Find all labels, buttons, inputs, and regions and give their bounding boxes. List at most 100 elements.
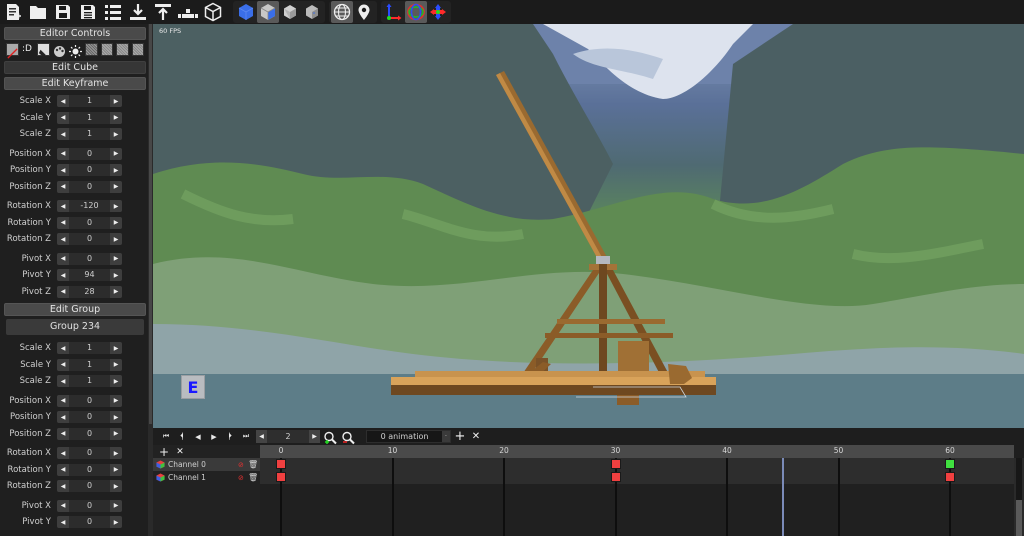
increment-arrow-icon[interactable]: ▶ [110,499,122,512]
pattern-icon[interactable] [100,43,114,56]
decrement-arrow-icon[interactable]: ◀ [57,447,69,460]
pivot-y-value[interactable]: 0 [69,516,110,528]
textured-cube-icon[interactable] [257,1,279,23]
palette-icon[interactable] [53,43,66,57]
timeline-scrollbar[interactable] [1014,458,1024,536]
rotation-y-value[interactable]: 0 [69,217,110,229]
export-icon[interactable] [150,1,175,23]
track-channel-0[interactable] [260,458,1014,471]
increment-arrow-icon[interactable]: ▶ [110,358,122,371]
pattern-icon[interactable] [116,43,129,56]
edit-keyframe-header[interactable]: Edit Keyframe [4,77,146,90]
rotation-x-value[interactable]: -120 [69,200,110,212]
edit-cube-header[interactable]: Edit Cube [4,61,146,74]
frame-next-arrow-icon[interactable]: ▶ [309,430,320,443]
decrement-arrow-icon[interactable]: ◀ [57,269,69,282]
edit-group-header[interactable]: Edit Group [4,303,146,316]
channel-row[interactable]: Channel 0 ⊘ 🗑 [153,458,260,471]
keyframe-marker[interactable] [610,459,621,469]
decrement-arrow-icon[interactable]: ◀ [57,516,69,529]
decrement-arrow-icon[interactable]: ◀ [57,285,69,298]
dropdown-arrow-icon[interactable]: · [442,431,450,442]
increment-arrow-icon[interactable]: ▶ [110,463,122,476]
next-keyframe-icon[interactable]: |⏵ [221,430,237,444]
scale-y-value[interactable]: 1 [69,112,110,124]
increment-arrow-icon[interactable]: ▶ [110,516,122,529]
decrement-arrow-icon[interactable]: ◀ [57,111,69,124]
delete-animation-button[interactable]: ✕ [469,430,483,444]
new-file-icon[interactable] [0,1,25,23]
move-arrows-icon[interactable] [427,1,449,23]
keyframe-marker[interactable] [610,472,621,482]
increment-arrow-icon[interactable]: ▶ [110,233,122,246]
scale-x-stepper[interactable]: ◀ 1 ▶ [57,342,122,355]
decrement-arrow-icon[interactable]: ◀ [57,427,69,440]
increment-arrow-icon[interactable]: ▶ [110,180,122,193]
position-z-value[interactable]: 0 [69,181,110,193]
position-x-stepper[interactable]: ◀ 0 ▶ [57,147,122,160]
keyframe-marker[interactable] [945,472,955,482]
trash-icon[interactable]: 🗑 [248,460,260,469]
channel-name[interactable]: Channel 1 [168,473,238,482]
scale-y-stepper[interactable]: ◀ 1 ▶ [57,358,122,371]
scale-z-value[interactable]: 1 [69,128,110,140]
decrement-arrow-icon[interactable]: ◀ [57,128,69,141]
add-animation-button[interactable]: + [453,429,467,444]
visibility-toggle-icon[interactable]: ⊘ [238,461,248,469]
increment-arrow-icon[interactable]: ▶ [110,111,122,124]
blocks-icon[interactable] [175,1,200,23]
rotation-z-stepper[interactable]: ◀ 0 ▶ [57,480,122,493]
increment-arrow-icon[interactable]: ▶ [110,427,122,440]
scale-z-stepper[interactable]: ◀ 1 ▶ [57,128,122,141]
position-z-stepper[interactable]: ◀ 0 ▶ [57,427,122,440]
increment-arrow-icon[interactable]: ▶ [110,480,122,493]
scale-y-stepper[interactable]: ◀ 1 ▶ [57,111,122,124]
play-icon[interactable]: ▶ [205,430,221,444]
editor-controls-header[interactable]: Editor Controls [4,27,146,40]
position-y-stepper[interactable]: ◀ 0 ▶ [57,411,122,424]
frame-stepper[interactable]: ◀ 2 ▶ [256,430,320,443]
scale-y-value[interactable]: 1 [69,359,110,371]
track-channel-1[interactable] [260,471,1014,484]
rotate-gizmo-icon[interactable] [405,1,427,23]
save-icon[interactable] [50,1,75,23]
3d-viewport[interactable]: 60 FPS E [153,24,1024,428]
open-folder-icon[interactable] [25,1,50,23]
decrement-arrow-icon[interactable]: ◀ [57,252,69,265]
increment-arrow-icon[interactable]: ▶ [110,447,122,460]
cube-outline-icon[interactable] [200,1,225,23]
first-frame-icon[interactable]: ⏮ [157,430,173,444]
increment-arrow-icon[interactable]: ▶ [110,147,122,160]
timeline-ruler[interactable]: 0 10 20 30 40 50 60 [260,445,1014,458]
position-z-stepper[interactable]: ◀ 0 ▶ [57,180,122,193]
decrement-arrow-icon[interactable]: ◀ [57,394,69,407]
pivot-x-stepper[interactable]: ◀ 0 ▶ [57,499,122,512]
increment-arrow-icon[interactable]: ▶ [110,252,122,265]
pivot-z-value[interactable]: 28 [69,286,110,298]
rotation-x-stepper[interactable]: ◀ -120 ▶ [57,200,122,213]
decrement-arrow-icon[interactable]: ◀ [57,463,69,476]
prev-frame-icon[interactable]: ◀ [189,430,205,444]
keyframe-marker[interactable] [276,459,286,469]
increment-arrow-icon[interactable]: ▶ [110,411,122,424]
position-x-value[interactable]: 0 [69,148,110,160]
scrollbar-track[interactable] [1016,500,1022,536]
increment-arrow-icon[interactable]: ▶ [110,200,122,213]
channel-name[interactable]: Channel 0 [168,460,238,469]
rotation-x-stepper[interactable]: ◀ 0 ▶ [57,447,122,460]
scale-x-value[interactable]: 1 [69,95,110,107]
position-y-value[interactable]: 0 [69,164,110,176]
increment-arrow-icon[interactable]: ▶ [110,216,122,229]
position-x-stepper[interactable]: ◀ 0 ▶ [57,394,122,407]
position-z-value[interactable]: 0 [69,428,110,440]
keyframe-marker[interactable] [276,472,286,482]
decrement-arrow-icon[interactable]: ◀ [57,358,69,371]
pivot-x-stepper[interactable]: ◀ 0 ▶ [57,252,122,265]
animation-select[interactable]: 0 animation · [366,430,451,443]
increment-arrow-icon[interactable]: ▶ [110,128,122,141]
rotation-y-stepper[interactable]: ◀ 0 ▶ [57,216,122,229]
rotation-z-value[interactable]: 0 [69,233,110,245]
last-frame-icon[interactable]: ⏭ [237,430,253,444]
pivot-z-stepper[interactable]: ◀ 28 ▶ [57,285,122,298]
increment-arrow-icon[interactable]: ▶ [110,95,122,108]
